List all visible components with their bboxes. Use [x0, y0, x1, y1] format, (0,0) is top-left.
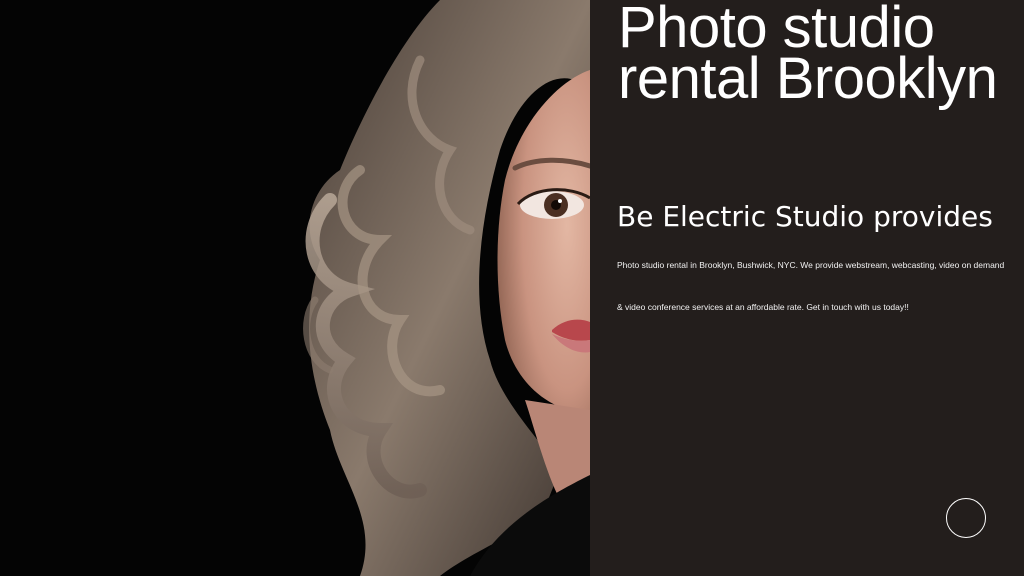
hero-portrait-image: [0, 0, 590, 576]
circle-outline-icon[interactable]: [946, 498, 986, 538]
page-title: Photo studio rental Brooklyn: [618, 0, 998, 111]
description-text: Be Electric Studio provides Photo studio…: [617, 196, 1009, 328]
content-panel: Photo studio rental Brooklyn Be Electric…: [590, 0, 1024, 576]
lead-text: Be Electric Studio provides: [617, 200, 993, 233]
description-body: Photo studio rental in Brooklyn, Bushwic…: [617, 260, 1005, 312]
